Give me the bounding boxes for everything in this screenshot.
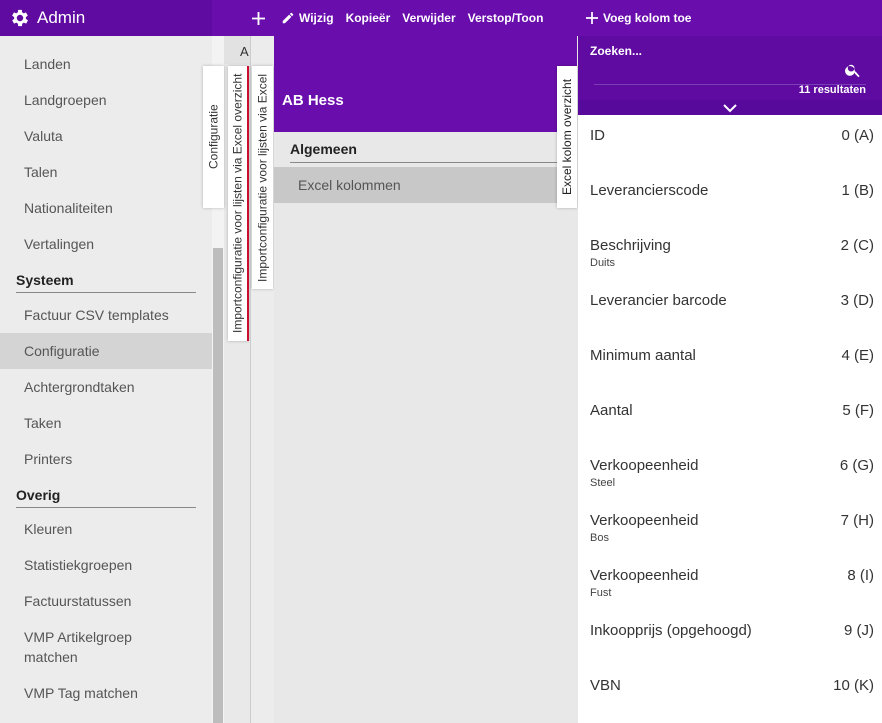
list-item[interactable]: Inkoopprijs (opgehoogd) 9 (J) — [578, 610, 882, 665]
edit-label: Wijzig — [299, 11, 334, 25]
list-item-column: 0 (A) — [841, 127, 874, 144]
sidebar-item-configuratie[interactable]: Configuratie — [0, 333, 212, 369]
list-item-name: Leverancierscode — [590, 182, 709, 199]
list-item-name: Beschrijving — [590, 237, 671, 254]
list-header: Zoeken... 11 resultaten — [578, 36, 882, 115]
copy-button[interactable]: Kopieër — [346, 11, 391, 25]
list-item[interactable]: Beschrijving Duits 2 (C) — [578, 225, 882, 280]
tab-configuratie[interactable]: Configuratie — [203, 66, 224, 208]
chevron-down-icon — [723, 103, 737, 112]
sidebar: Landen Landgroepen Valuta Talen National… — [0, 36, 212, 723]
sidebar-item-statistiekgroepen[interactable]: Statistiekgroepen — [0, 547, 212, 583]
list-item[interactable]: Verkoopeenheid Steel 6 (G) — [578, 445, 882, 500]
list-item-name: Aantal — [590, 402, 633, 419]
expand-button[interactable] — [578, 100, 882, 115]
list-item-column: 3 (D) — [840, 292, 874, 309]
list-item[interactable]: Aantal 5 (F) — [578, 390, 882, 445]
tab-import[interactable]: Importconfiguratie voor lijsten via Exce… — [252, 66, 273, 289]
add-column-button[interactable]: Voeg kolom toe — [586, 0, 691, 36]
app-root: Admin Wijzig Kopieër Verwijder Verstop/T… — [0, 0, 882, 723]
sidebar-item-talen[interactable]: Talen — [0, 154, 212, 190]
detail-row-excel-kolommen[interactable]: Excel kolommen — [274, 167, 577, 203]
list-item-name: Minimum aantal — [590, 347, 696, 364]
tab-excel-kolom-overzicht[interactable]: Excel kolom overzicht — [557, 66, 577, 208]
toolbar: Wijzig Kopieër Verwijder Verstop/Toon — [252, 0, 555, 36]
add-button[interactable] — [252, 11, 269, 25]
list-item-column: 10 (K) — [833, 677, 874, 694]
plus-icon — [252, 11, 265, 25]
sidebar-item-taken[interactable]: Taken — [0, 405, 212, 441]
list-item-column: 7 (H) — [840, 512, 874, 529]
search-input[interactable]: Zoeken... — [590, 44, 642, 58]
sidebar-item-printers[interactable]: Printers — [0, 441, 212, 477]
list-item-column: 6 (G) — [839, 457, 874, 474]
list-item[interactable]: Leverancier barcode 3 (D) — [578, 280, 882, 335]
results-count: 11 resultaten — [798, 84, 866, 96]
hide-show-label: Verstop/Toon — [467, 11, 544, 25]
sidebar-item-factuurstatussen[interactable]: Factuurstatussen — [0, 583, 212, 619]
sidebar-section-overig: Overig — [16, 480, 196, 508]
edit-button[interactable]: Wijzig — [281, 11, 334, 25]
plus-icon — [586, 12, 598, 24]
pencil-icon — [282, 12, 294, 24]
sidebar-item-vmp-artikelgroep[interactable]: VMP Artikelgroep matchen — [0, 625, 150, 673]
sidebar-item-kleuren[interactable]: Kleuren — [0, 511, 212, 547]
list-item[interactable]: Verkoopeenheid Bos 7 (H) — [578, 500, 882, 555]
collapsed-panel-a-header: A — [224, 36, 250, 64]
brand[interactable]: Admin — [0, 0, 212, 36]
list-item-name: Inkoopprijs (opgehoogd) — [590, 622, 752, 639]
list-item-column: 1 (B) — [841, 182, 874, 199]
list-item[interactable]: VBN 10 (K) — [578, 665, 882, 720]
top-bar: Admin Wijzig Kopieër Verwijder Verstop/T… — [0, 0, 882, 36]
delete-label: Verwijder — [402, 11, 456, 25]
list-item[interactable]: ID 0 (A) — [578, 115, 882, 170]
list-item-subtitle: Bos — [590, 532, 609, 544]
list-item-name: Verkoopeenheid — [590, 457, 699, 474]
detail-header: AB Hess — [274, 36, 577, 132]
list-item-column: 8 (I) — [847, 567, 874, 584]
list-item-column: 9 (J) — [844, 622, 874, 639]
list-item-column: 4 (E) — [841, 347, 874, 364]
list-item-column: 5 (F) — [842, 402, 874, 419]
sidebar-item-nationaliteiten[interactable]: Nationaliteiten — [0, 190, 212, 226]
sidebar-item-achtergrondtaken[interactable]: Achtergrondtaken — [0, 369, 212, 405]
sidebar-section-systeem: Systeem — [16, 265, 196, 293]
sidebar-item-landgroepen[interactable]: Landgroepen — [0, 82, 212, 118]
list-item[interactable]: Leverancierscode 1 (B) — [578, 170, 882, 225]
detail-panel: AB Hess Algemeen Excel kolommen — [274, 36, 577, 723]
tab-import-overview[interactable]: Importconfiguratie voor lijsten via Exce… — [228, 66, 249, 341]
detail-title: AB Hess — [282, 92, 344, 109]
list-item[interactable]: Verkoopeenheid Fust 8 (I) — [578, 555, 882, 610]
hide-show-button[interactable]: Verstop/Toon — [468, 11, 544, 25]
sidebar-item-vmp-tag[interactable]: VMP Tag matchen — [0, 675, 212, 711]
list-item-name: Verkoopeenheid — [590, 567, 699, 584]
gear-icon — [12, 9, 28, 27]
list-item-name: Verkoopeenheid — [590, 512, 699, 529]
list-item-subtitle: Duits — [590, 257, 616, 269]
delete-button[interactable]: Verwijder — [402, 11, 455, 25]
sidebar-item-landen[interactable]: Landen — [0, 46, 212, 82]
column-list-panel: Zoeken... 11 resultaten ID 0 (A) Leveranci… — [578, 36, 882, 723]
list-item-name: Leverancier barcode — [590, 292, 727, 309]
list-item[interactable]: Minimum aantal 4 (E) — [578, 335, 882, 390]
sidebar-scrollbar-thumb[interactable] — [213, 248, 223, 723]
sidebar-item-vertalingen[interactable]: Vertalingen — [0, 226, 212, 262]
sidebar-item-valuta[interactable]: Valuta — [0, 118, 212, 154]
list-item-name: VBN — [590, 677, 621, 694]
add-column-label: Voeg kolom toe — [603, 11, 692, 25]
sidebar-item-factuur-csv[interactable]: Factuur CSV templates — [0, 297, 212, 333]
app-title: Admin — [37, 8, 86, 27]
copy-label: Kopieër — [345, 11, 391, 25]
list-item-name: ID — [590, 127, 605, 144]
list-item-subtitle: Steel — [590, 477, 616, 489]
list-item-column: 2 (C) — [840, 237, 874, 254]
search-icon[interactable] — [844, 61, 862, 79]
detail-section-algemeen: Algemeen — [290, 132, 577, 163]
list-item-subtitle: Fust — [590, 587, 612, 599]
